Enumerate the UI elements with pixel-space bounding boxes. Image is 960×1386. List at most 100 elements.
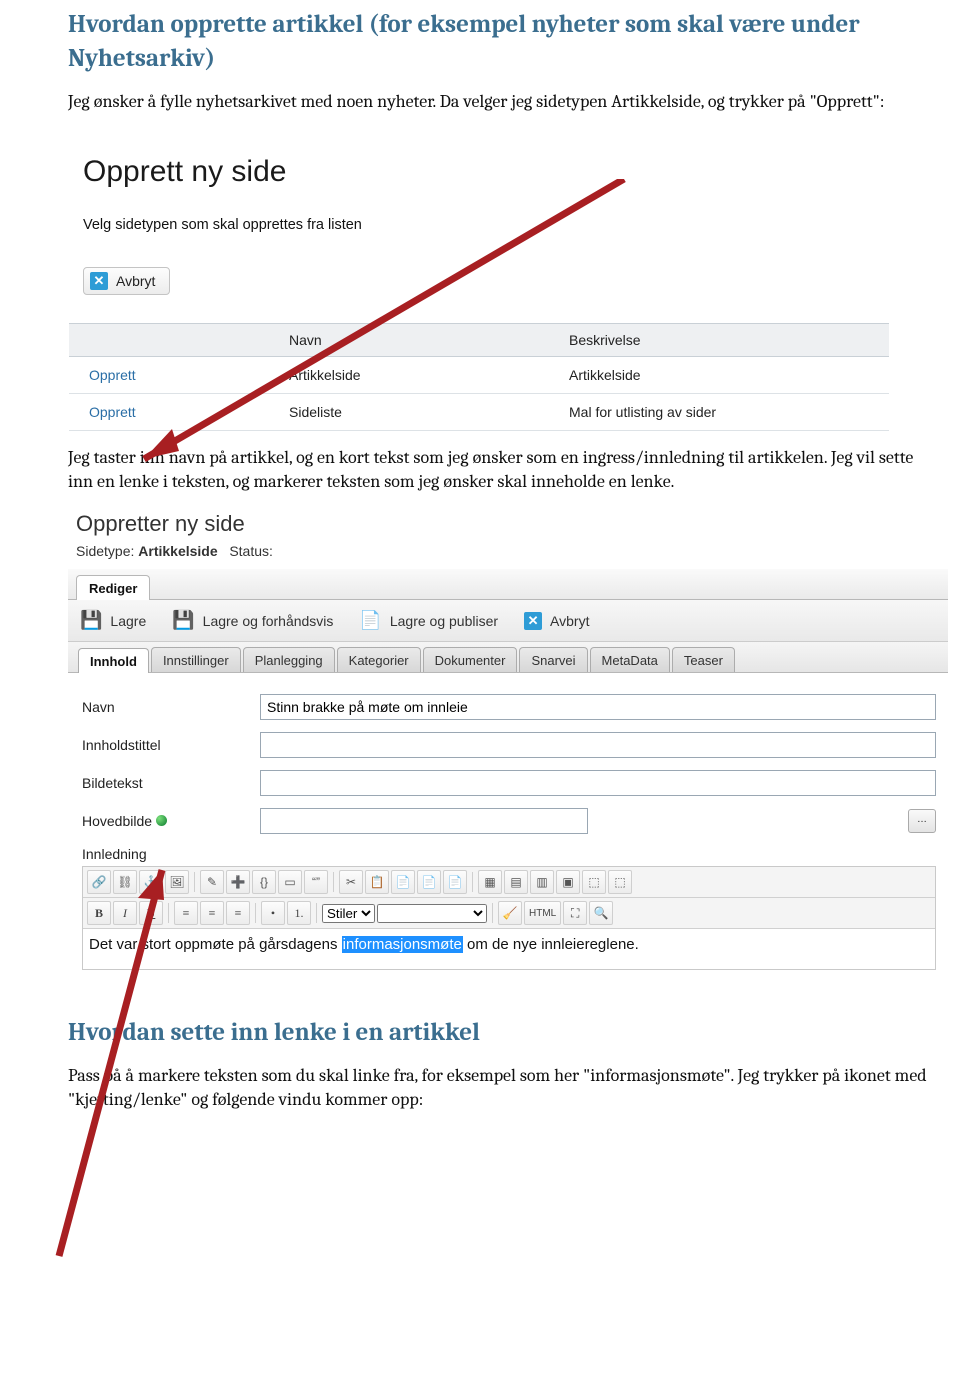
subtype-value: Artikkelside [138, 543, 217, 559]
italic-icon[interactable]: I [113, 901, 137, 925]
save-preview-label: Lagre og forhåndsvis [203, 613, 334, 629]
opprett-link[interactable]: Opprett [69, 356, 279, 393]
clear-format-icon[interactable]: 🧹 [498, 901, 522, 925]
col-icon[interactable]: ▥ [530, 870, 554, 894]
dialog-title: Opprett ny side [69, 129, 889, 217]
col-navn: Navn [279, 323, 559, 356]
insert-icon[interactable]: ➕ [226, 870, 250, 894]
hovedbilde-input[interactable] [260, 808, 588, 834]
code-icon[interactable]: {} [252, 870, 276, 894]
save-publish-button[interactable]: 📄 Lagre og publiser [359, 610, 498, 631]
navn-input[interactable] [260, 694, 936, 720]
table-icon[interactable]: ▦ [478, 870, 502, 894]
editor-text-selected: informasjonsmøte [342, 936, 463, 953]
list-bullet-icon[interactable]: • [261, 901, 285, 925]
primary-tabstrip: Rediger [68, 569, 948, 600]
label-innholdstittel: Innholdstittel [82, 737, 260, 753]
content-tabstrip: Innhold Innstillinger Planlegging Katego… [68, 642, 948, 673]
browse-button[interactable]: … [908, 809, 936, 833]
tab-metadata[interactable]: MetaData [590, 647, 670, 672]
copy-icon[interactable]: 📋 [365, 870, 389, 894]
list-number-icon[interactable]: 1. [287, 901, 311, 925]
label-hovedbilde: Hovedbilde [82, 813, 260, 829]
save-icon: 📄 [359, 610, 381, 631]
close-icon: ✕ [524, 612, 542, 630]
tab-kategorier[interactable]: Kategorier [337, 647, 421, 672]
label-bildetekst: Bildetekst [82, 775, 260, 791]
screenshot-edit-page: Oppretter ny side Sidetype: Artikkelside… [68, 508, 948, 976]
align-right-icon[interactable]: ≡ [226, 901, 250, 925]
dialog-description: Velg sidetypen som skal opprettes fra li… [69, 217, 889, 267]
quote-icon[interactable]: “” [304, 870, 328, 894]
tab-planlegging[interactable]: Planlegging [243, 647, 335, 672]
row-icon[interactable]: ▤ [504, 870, 528, 894]
style-dropdown[interactable]: Stiler [322, 904, 375, 923]
edit-icon[interactable]: ✎ [200, 870, 224, 894]
tab-innhold[interactable]: Innhold [78, 648, 149, 673]
image-icon[interactable]: 🖼 [165, 870, 189, 894]
bold-icon[interactable]: B [87, 901, 111, 925]
intro-paragraph-1: Jeg ønsker å fylle nyhetsarkivet med noe… [68, 90, 930, 114]
editor-text-after: om de nye innleiereglene. [463, 936, 639, 953]
heading-sette-inn-lenke: Hvordan sette inn lenke i en artikkel [68, 1016, 930, 1050]
col-beskrivelse: Beskrivelse [559, 323, 889, 356]
bildetekst-input[interactable] [260, 770, 936, 796]
status-dot-icon [156, 815, 167, 826]
save-icon: 💾 [172, 610, 194, 631]
row-name: Sideliste [279, 393, 559, 430]
split-icon[interactable]: ⬚ [608, 870, 632, 894]
underline-icon[interactable]: U [139, 901, 163, 925]
action-toolbar: 💾 Lagre 💾 Lagre og forhåndsvis 📄 Lagre o… [68, 600, 948, 642]
save-publish-label: Lagre og publiser [390, 613, 498, 629]
close-icon: ✕ [90, 272, 108, 290]
editor-toolbar-row1: 🔗 ⛓ ⚓ 🖼 ✎ ➕ {} ▭ “” ✂ 📋 📄 📄 📄 [83, 867, 935, 898]
align-center-icon[interactable]: ≡ [200, 901, 224, 925]
save-preview-button[interactable]: 💾 Lagre og forhåndsvis [172, 610, 333, 631]
save-label: Lagre [110, 613, 146, 629]
zoom-icon[interactable]: 🔍 [589, 901, 613, 925]
save-button[interactable]: 💾 Lagre [80, 610, 146, 631]
align-left-icon[interactable]: ≡ [174, 901, 198, 925]
dialog-title: Oppretter ny side [76, 511, 948, 537]
merge-icon[interactable]: ⬚ [582, 870, 606, 894]
label-navn: Navn [82, 699, 260, 715]
subtype-label: Sidetype: [76, 543, 134, 559]
row-desc: Mal for utlisting av sider [559, 393, 889, 430]
paragraph-3: Pass på å markere teksten som du skal li… [68, 1064, 930, 1113]
html-button[interactable]: HTML [524, 901, 561, 925]
link-icon[interactable]: 🔗 [87, 870, 111, 894]
editor-toolbar-row2: B I U ≡ ≡ ≡ • 1. Stiler [83, 898, 935, 929]
anchor-icon[interactable]: ⚓ [139, 870, 163, 894]
screenshot-opprett-ny-side: Opprett ny side Velg sidetypen som skal … [68, 128, 890, 432]
dialog-subtitle: Sidetype: Artikkelside Status: [76, 543, 948, 559]
tab-rediger[interactable]: Rediger [76, 575, 150, 600]
tab-dokumenter[interactable]: Dokumenter [423, 647, 518, 672]
paste-icon[interactable]: 📄 [391, 870, 415, 894]
cancel-button[interactable]: ✕ Avbryt [524, 612, 589, 630]
cancel-label: Avbryt [550, 613, 589, 629]
editor-text-before: Det var stort oppmøte på gårsdagens [89, 936, 342, 953]
opprett-link[interactable]: Opprett [69, 393, 279, 430]
cut-icon[interactable]: ✂ [339, 870, 363, 894]
tab-teaser[interactable]: Teaser [672, 647, 735, 672]
cell-icon[interactable]: ▣ [556, 870, 580, 894]
fullscreen-icon[interactable]: ⛶ [563, 901, 587, 925]
editor-content[interactable]: Det var stort oppmøte på gårsdagens info… [83, 929, 935, 969]
tab-innstillinger[interactable]: Innstillinger [151, 647, 241, 672]
status-label: Status: [229, 543, 273, 559]
unlink-icon[interactable]: ⛓ [113, 870, 137, 894]
paste-text-icon[interactable]: 📄 [417, 870, 441, 894]
format-dropdown[interactable] [377, 904, 487, 923]
table-row: Opprett Sideliste Mal for utlisting av s… [69, 393, 889, 430]
row-desc: Artikkelside [559, 356, 889, 393]
tab-snarvei[interactable]: Snarvei [519, 647, 587, 672]
cancel-button[interactable]: ✕ Avbryt [83, 267, 170, 295]
paste-word-icon[interactable]: 📄 [443, 870, 467, 894]
col-action [69, 323, 279, 356]
innholdstittel-input[interactable] [260, 732, 936, 758]
row-name: Artikkelside [279, 356, 559, 393]
paragraph-2: Jeg taster inn navn på artikkel, og en k… [68, 446, 930, 495]
template-icon[interactable]: ▭ [278, 870, 302, 894]
save-icon: 💾 [80, 610, 102, 631]
cancel-label: Avbryt [116, 273, 155, 289]
